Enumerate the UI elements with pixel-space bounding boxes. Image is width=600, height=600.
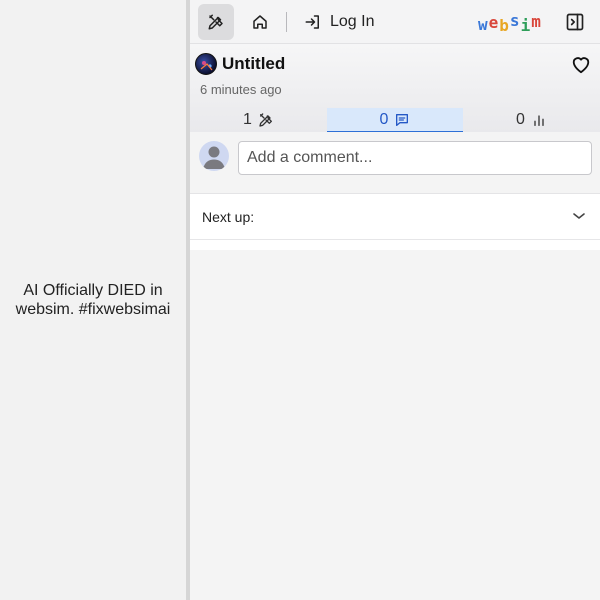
- edit-tools-button[interactable]: [198, 4, 234, 40]
- toolbar-divider: [286, 12, 287, 32]
- comment-icon: [396, 114, 409, 126]
- tab-count: 1: [243, 111, 252, 128]
- logo-letter: m: [531, 12, 542, 31]
- logo-letter: s: [509, 11, 521, 30]
- home-icon: [253, 15, 267, 29]
- project-timestamp: 6 minutes ago: [200, 82, 282, 97]
- default-user-icon: [203, 146, 225, 169]
- project-title[interactable]: Untitled: [222, 53, 285, 75]
- tab-count: 0: [516, 111, 525, 128]
- project-tabs: 1 0 0: [190, 108, 600, 133]
- top-toolbar: Log In w e b s i m: [190, 0, 600, 44]
- websim-logo[interactable]: w e b s i m: [478, 10, 542, 35]
- next-up-label: Next up:: [202, 209, 255, 225]
- toggle-side-panel-button[interactable]: [564, 11, 586, 33]
- tab-stats[interactable]: 0: [463, 108, 600, 132]
- logo-letter: e: [488, 13, 500, 32]
- logo-letter: i: [520, 16, 532, 35]
- site-preview: AI Officially DIED in websim. #fixwebsim…: [0, 0, 186, 600]
- next-up-section[interactable]: Next up:: [190, 194, 600, 240]
- heart-icon[interactable]: [570, 54, 592, 74]
- project-header: Untitled 6 minutes ago 1 0 0: [190, 44, 600, 133]
- tab-comments[interactable]: 0: [327, 108, 463, 133]
- login-icon: [305, 15, 319, 29]
- login-button[interactable]: Log In: [304, 10, 374, 34]
- logo-letter: b: [499, 16, 510, 35]
- edit-tools-icon: [208, 14, 223, 30]
- chevron-down-icon[interactable]: [572, 211, 586, 221]
- empty-area: [190, 250, 600, 600]
- login-label: Log In: [330, 13, 375, 30]
- side-panel-icon: [566, 13, 584, 31]
- logo-letter: w: [478, 15, 489, 34]
- next-up-spacer: [190, 240, 600, 250]
- project-avatar[interactable]: [195, 53, 217, 75]
- comment-input[interactable]: [238, 141, 592, 175]
- edit-tools-icon: [259, 113, 272, 127]
- site-preview-text: AI Officially DIED in websim. #fixwebsim…: [15, 282, 171, 318]
- sidebar-panel: Log In w e b s i m Untitled 6 minutes ag…: [190, 0, 600, 600]
- user-avatar: [199, 141, 229, 171]
- tab-versions[interactable]: 1: [190, 108, 327, 132]
- project-avatar-art: [200, 61, 213, 71]
- stats-icon: [534, 115, 544, 126]
- comment-composer: [190, 132, 600, 194]
- tab-count: 0: [379, 111, 389, 128]
- home-button[interactable]: [242, 4, 278, 40]
